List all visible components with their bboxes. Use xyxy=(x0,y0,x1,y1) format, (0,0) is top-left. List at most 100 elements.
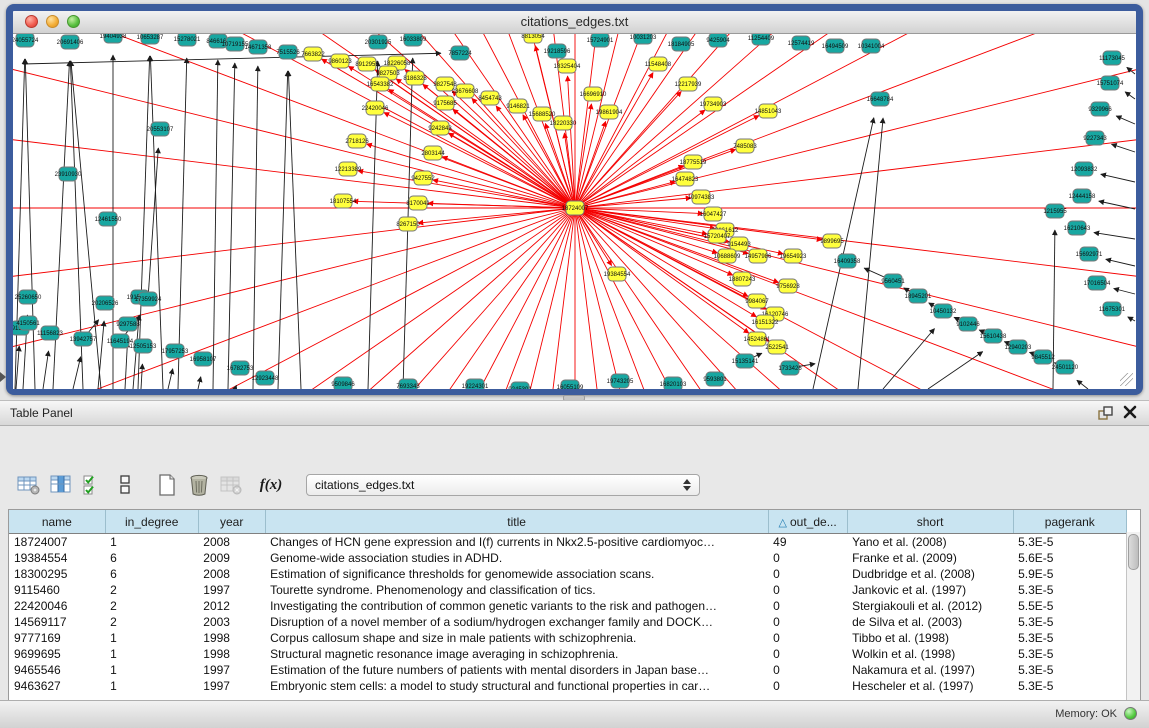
graph-node[interactable]: 24055724 xyxy=(13,34,39,47)
graph-node[interactable]: 1215955 xyxy=(1043,204,1067,218)
graph-node[interactable]: 20691406 xyxy=(57,35,84,49)
graph-node[interactable]: 11254409 xyxy=(748,34,775,45)
graph-node[interactable]: 18107554 xyxy=(330,194,357,208)
table-cell[interactable]: 1997 xyxy=(198,662,265,678)
graph-node[interactable]: 25260650 xyxy=(15,290,42,304)
graph-node[interactable]: 16055109 xyxy=(557,380,584,389)
graph-node[interactable]: 12923448 xyxy=(252,371,279,385)
table-cell[interactable]: 0 xyxy=(768,550,847,566)
table-cell[interactable]: 2008 xyxy=(198,534,265,551)
graph-node[interactable]: 8267150 xyxy=(396,217,420,231)
graph-node[interactable]: 12505153 xyxy=(130,339,157,353)
graph-node[interactable]: 19384554 xyxy=(604,267,631,281)
table-cell[interactable]: Jankovic et al. (1997) xyxy=(847,582,1013,598)
graph-node[interactable]: 11156823 xyxy=(37,326,63,340)
new-file-icon[interactable] xyxy=(152,472,182,498)
graph-node[interactable]: 7485083 xyxy=(733,139,757,153)
graph-node[interactable]: 11173045 xyxy=(1099,51,1125,65)
graph-node[interactable]: 14671358 xyxy=(245,40,272,54)
table-cell[interactable]: 1 xyxy=(105,678,198,694)
graph-node[interactable]: 19404938 xyxy=(100,34,127,43)
graph-node[interactable]: 2803144 xyxy=(421,146,445,160)
table-row[interactable]: 911546021997Tourette syndrome. Phenomeno… xyxy=(9,582,1127,598)
graph-node[interactable]: 11675301 xyxy=(1099,302,1126,316)
graph-node[interactable]: 15724901 xyxy=(587,34,614,47)
graph-node[interactable]: 9146821 xyxy=(506,99,530,113)
table-cell[interactable]: 18300295 xyxy=(9,566,105,582)
table-cell[interactable]: Investigating the contribution of common… xyxy=(265,598,768,614)
graph-node[interactable]: 8186328 xyxy=(403,71,427,85)
table-cell[interactable]: 5.5E-5 xyxy=(1013,598,1126,614)
graph-node[interactable]: 24501120 xyxy=(1052,360,1079,374)
graph-node[interactable]: 18807243 xyxy=(729,272,756,286)
graph-node[interactable]: 9242843 xyxy=(428,121,452,135)
table-cell[interactable]: 1997 xyxy=(198,582,265,598)
graph-node[interactable]: 9297588 xyxy=(116,317,140,331)
table-cell[interactable]: Structural magnetic resonance image aver… xyxy=(265,646,768,662)
table-cell[interactable]: 19384554 xyxy=(9,550,105,566)
graph-node[interactable]: 16782753 xyxy=(227,361,254,375)
table-cell[interactable]: Tourette syndrome. Phenomenology and cla… xyxy=(265,582,768,598)
panel-layout-icon[interactable] xyxy=(110,472,140,498)
graph-node[interactable]: 9756928 xyxy=(776,279,800,293)
graph-node[interactable]: 23910930 xyxy=(55,167,82,181)
graph-node[interactable]: 9593801 xyxy=(703,372,727,386)
table-row[interactable]: 1938455462009Genome-wide association stu… xyxy=(9,550,1127,566)
graph-node[interactable]: 2718126 xyxy=(345,134,369,148)
table-cell[interactable]: 0 xyxy=(768,678,847,694)
column-header-out-degree[interactable]: △out_de... xyxy=(768,510,847,534)
table-row[interactable]: 1872400712008Changes of HCN gene express… xyxy=(9,534,1127,551)
table-cell[interactable]: Nakamura et al. (1997) xyxy=(847,662,1013,678)
graph-node[interactable]: 7693343 xyxy=(396,379,420,389)
table-cell[interactable]: Genome-wide association studies in ADHD. xyxy=(265,550,768,566)
table-scrollbar[interactable] xyxy=(1126,532,1140,700)
table-cell[interactable]: 1 xyxy=(105,646,198,662)
close-panel-icon[interactable] xyxy=(1123,405,1137,424)
graph-node[interactable]: 17016504 xyxy=(1084,276,1111,290)
table-cell[interactable]: 5.3E-5 xyxy=(1013,614,1126,630)
network-window[interactable]: citations_edges.txt 24055724206914061940… xyxy=(6,4,1143,395)
table-cell[interactable]: 0 xyxy=(768,582,847,598)
table-cell[interactable]: 6 xyxy=(105,566,198,582)
graph-node[interactable]: 16648784 xyxy=(867,92,894,106)
graph-node[interactable]: 8170041 xyxy=(406,196,430,210)
graph-node[interactable]: 16494509 xyxy=(822,39,849,53)
table-cell[interactable]: Dudbridge et al. (2008) xyxy=(847,566,1013,582)
graph-node[interactable]: 12093832 xyxy=(1071,162,1098,176)
table-cell[interactable]: Estimation of significance thresholds fo… xyxy=(265,566,768,582)
table-cell[interactable]: 2 xyxy=(105,598,198,614)
graph-node[interactable]: 19743205 xyxy=(607,374,634,388)
graph-node[interactable]: 20553107 xyxy=(147,122,174,136)
table-row[interactable]: 977716911998Corpus callosum shape and si… xyxy=(9,630,1127,646)
table-cell[interactable]: 5.3E-5 xyxy=(1013,646,1126,662)
table-cell[interactable]: 0 xyxy=(768,646,847,662)
column-header-name[interactable]: name xyxy=(9,510,105,534)
graph-node[interactable]: 12217939 xyxy=(675,77,702,91)
table-cell[interactable]: 6 xyxy=(105,550,198,566)
graph-node[interactable]: 9509846 xyxy=(331,377,355,389)
graph-node[interactable]: 9860123 xyxy=(328,54,352,68)
table-cell[interactable]: Stergiakouli et al. (2012) xyxy=(847,598,1013,614)
graph-node[interactable]: 9245301 xyxy=(508,382,532,389)
table-cell[interactable]: 9699695 xyxy=(9,646,105,662)
table-cell[interactable]: 1998 xyxy=(198,646,265,662)
table-row[interactable]: 946362711997Embryonic stem cells: a mode… xyxy=(9,678,1127,694)
table-cell[interactable]: 1 xyxy=(105,662,198,678)
graph-node[interactable]: 12444158 xyxy=(1069,189,1096,203)
graph-node[interactable]: 16210643 xyxy=(1064,221,1091,235)
delete-icon[interactable] xyxy=(184,472,214,498)
table-cell[interactable]: 5.3E-5 xyxy=(1013,678,1126,694)
table-cell[interactable]: Franke et al. (2009) xyxy=(847,550,1013,566)
graph-node[interactable]: 11548408 xyxy=(645,57,672,71)
graph-node[interactable]: 7663822 xyxy=(301,47,325,61)
graph-node[interactable]: 15688520 xyxy=(529,107,556,121)
table-cell[interactable]: Yano et al. (2008) xyxy=(847,534,1013,551)
graph-node[interactable]: 9175685 xyxy=(433,96,457,110)
graph-node[interactable]: 16409358 xyxy=(834,254,861,268)
function-builder-icon[interactable]: f(x) xyxy=(256,472,286,498)
table-cell[interactable]: 1 xyxy=(105,534,198,551)
memory-status-indicator[interactable] xyxy=(1124,707,1137,720)
table-cell[interactable]: 9463627 xyxy=(9,678,105,694)
column-header-in-degree[interactable]: in_degree xyxy=(105,510,198,534)
network-canvas[interactable]: 2405572420691406194049381065328715278021… xyxy=(13,34,1136,389)
